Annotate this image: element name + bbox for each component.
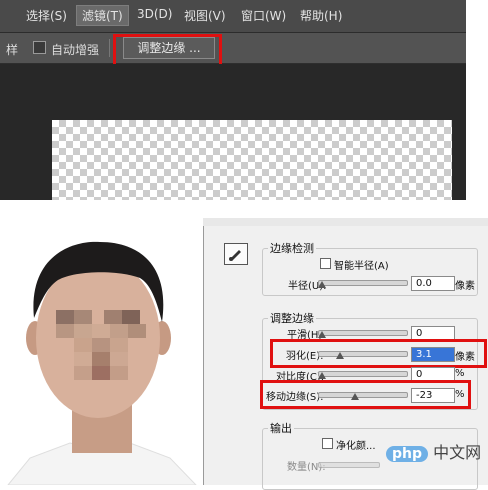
smooth-slider[interactable] xyxy=(318,330,408,336)
portrait-image xyxy=(7,241,197,485)
transparent-canvas xyxy=(52,120,452,200)
contrast-slider-thumb[interactable] xyxy=(318,372,326,379)
menu-bar: 选择(S) 滤镜(T) 3D(D) 视图(V) 窗口(W) 帮助(H) xyxy=(0,0,466,33)
php-logo: php xyxy=(386,446,429,462)
highlight-box-feather xyxy=(270,339,487,368)
highlight-box-refine-edge xyxy=(113,34,222,67)
photoshop-window: 选择(S) 滤镜(T) 3D(D) 视图(V) 窗口(W) 帮助(H) 样 自动… xyxy=(0,0,466,200)
contrast-unit: % xyxy=(455,368,465,379)
adjust-edge-title: 调整边缘 xyxy=(268,310,316,326)
brush-tool-icon[interactable] xyxy=(224,243,248,265)
sample-text-fragment: 样 xyxy=(6,43,19,57)
smart-radius-label: 智能半径(A) xyxy=(334,261,389,272)
portrait-photo xyxy=(0,218,200,485)
output-title: 输出 xyxy=(268,420,294,436)
smart-radius-checkbox[interactable] xyxy=(320,258,331,269)
radius-input[interactable]: 0.0 xyxy=(411,276,455,291)
menu-select[interactable]: 选择(S) xyxy=(26,7,67,24)
radius-unit: 像素 xyxy=(455,281,475,292)
php-watermark: php 中文网 xyxy=(386,439,482,465)
menu-filter[interactable]: 滤镜(T) xyxy=(76,5,129,26)
options-bar: 样 自动增强 xyxy=(0,33,466,64)
contrast-slider[interactable] xyxy=(318,371,408,377)
watermark-text: 中文网 xyxy=(433,443,482,462)
decontaminate-checkbox[interactable] xyxy=(322,438,333,449)
menu-help[interactable]: 帮助(H) xyxy=(300,7,342,24)
highlight-box-shift-edge xyxy=(260,380,471,409)
edge-detection-title: 边缘检测 xyxy=(268,240,316,256)
decontaminate-label: 净化颜... xyxy=(336,441,376,452)
radius-slider[interactable] xyxy=(318,280,408,286)
amount-slider[interactable] xyxy=(318,462,380,468)
menu-view[interactable]: 视图(V) xyxy=(184,7,226,24)
menu-3d[interactable]: 3D(D) xyxy=(137,7,172,21)
smooth-slider-thumb[interactable] xyxy=(318,331,326,338)
auto-enhance-checkbox[interactable] xyxy=(33,41,46,54)
divider xyxy=(109,39,110,57)
dialog-top-edge xyxy=(203,218,488,226)
radius-slider-thumb[interactable] xyxy=(318,281,326,288)
auto-enhance-label: 自动增强 xyxy=(51,43,100,57)
menu-window[interactable]: 窗口(W) xyxy=(241,7,286,24)
